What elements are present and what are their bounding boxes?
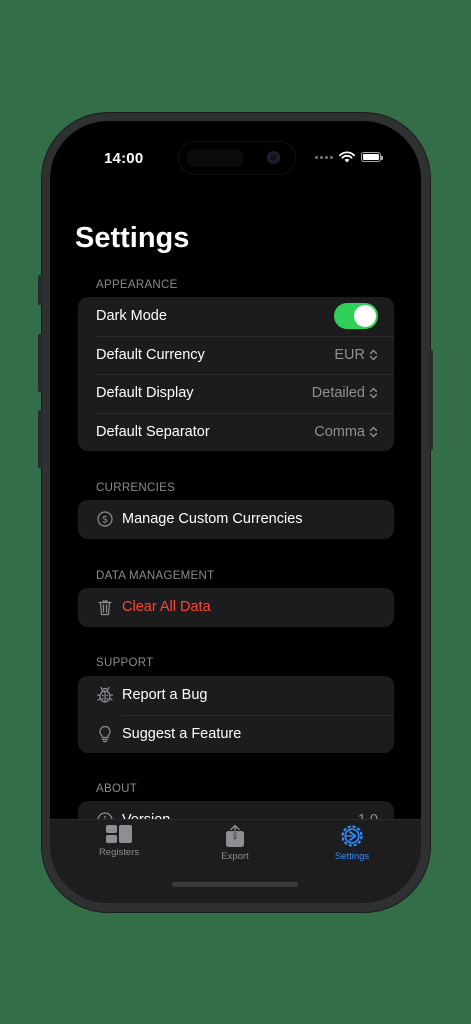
screen: 14:00 Settings APPEARANCE Dark Mode Defa…: [50, 121, 421, 903]
appearance-group: Dark Mode Default Currency EUR Default D…: [78, 297, 394, 451]
tab-export[interactable]: Export: [185, 824, 285, 862]
suggest-feature-row[interactable]: Suggest a Feature: [78, 714, 394, 754]
report-bug-row[interactable]: Report a Bug: [78, 676, 394, 715]
battery-icon: [361, 152, 383, 162]
dollar-circle-icon: $: [96, 510, 114, 528]
trash-icon: [96, 598, 114, 616]
silent-switch: [38, 275, 43, 305]
wifi-icon: [339, 151, 355, 163]
chevron-up-down-icon: [369, 349, 378, 360]
default-currency-row[interactable]: Default Currency EUR: [78, 335, 394, 375]
status-time: 14:00: [104, 150, 144, 167]
power-button: [428, 350, 433, 450]
registers-icon: [106, 825, 132, 843]
tab-export-label: Export: [221, 851, 249, 862]
clear-all-data-row[interactable]: Clear All Data: [78, 588, 394, 627]
clear-all-data-label: Clear All Data: [122, 599, 211, 616]
default-display-label: Default Display: [96, 385, 194, 402]
tab-registers[interactable]: Registers: [69, 824, 169, 858]
tab-bar: Registers Export Settings: [50, 819, 421, 903]
page-title: Settings: [75, 222, 190, 254]
volume-down-button: [38, 410, 43, 468]
currencies-group: $ Manage Custom Currencies: [78, 500, 394, 539]
section-header-currencies: CURRENCIES: [96, 482, 176, 494]
dark-mode-label: Dark Mode: [96, 308, 167, 325]
data-management-group: Clear All Data: [78, 588, 394, 627]
tab-settings[interactable]: Settings: [302, 824, 402, 862]
tab-registers-label: Registers: [98, 847, 140, 858]
chevron-up-down-icon: [369, 388, 378, 399]
toggle-knob: [354, 305, 376, 328]
default-separator-label: Default Separator: [96, 423, 210, 440]
svg-text:$: $: [102, 515, 108, 526]
volume-up-button: [38, 334, 43, 392]
tab-settings-label: Settings: [334, 851, 370, 862]
lightbulb-icon: [96, 725, 114, 743]
home-indicator: [172, 882, 298, 887]
manage-custom-currencies-row[interactable]: $ Manage Custom Currencies: [78, 500, 394, 539]
section-header-appearance: APPEARANCE: [96, 279, 178, 291]
default-separator-picker: Comma: [314, 424, 378, 440]
default-separator-row[interactable]: Default Separator Comma: [78, 412, 394, 452]
dark-mode-toggle[interactable]: [334, 303, 378, 330]
ladybug-icon: [96, 686, 114, 704]
default-display-picker: Detailed: [312, 385, 378, 401]
default-separator-value: Comma: [314, 423, 365, 440]
camera-icon: [267, 151, 280, 164]
status-icons: [315, 151, 383, 163]
section-header-support: SUPPORT: [96, 657, 154, 669]
default-currency-picker: EUR: [334, 347, 378, 363]
signal-icon: [315, 155, 333, 159]
manage-custom-currencies-label: Manage Custom Currencies: [122, 511, 303, 528]
dark-mode-row: Dark Mode: [78, 297, 394, 336]
share-icon: [226, 824, 244, 847]
default-display-row[interactable]: Default Display Detailed: [78, 374, 394, 413]
section-header-data-management: DATA MANAGEMENT: [96, 570, 215, 582]
chevron-up-down-icon: [369, 426, 378, 437]
default-display-value: Detailed: [311, 385, 365, 402]
support-group: Report a Bug Suggest a Feature: [78, 676, 394, 753]
island-sensor: [186, 149, 244, 167]
gear-icon: [341, 825, 363, 847]
suggest-feature-label: Suggest a Feature: [122, 725, 242, 742]
dynamic-island: [178, 141, 296, 175]
default-currency-label: Default Currency: [96, 346, 205, 363]
report-bug-label: Report a Bug: [122, 687, 208, 704]
default-currency-value: EUR: [334, 346, 365, 363]
section-header-about: ABOUT: [96, 783, 138, 795]
